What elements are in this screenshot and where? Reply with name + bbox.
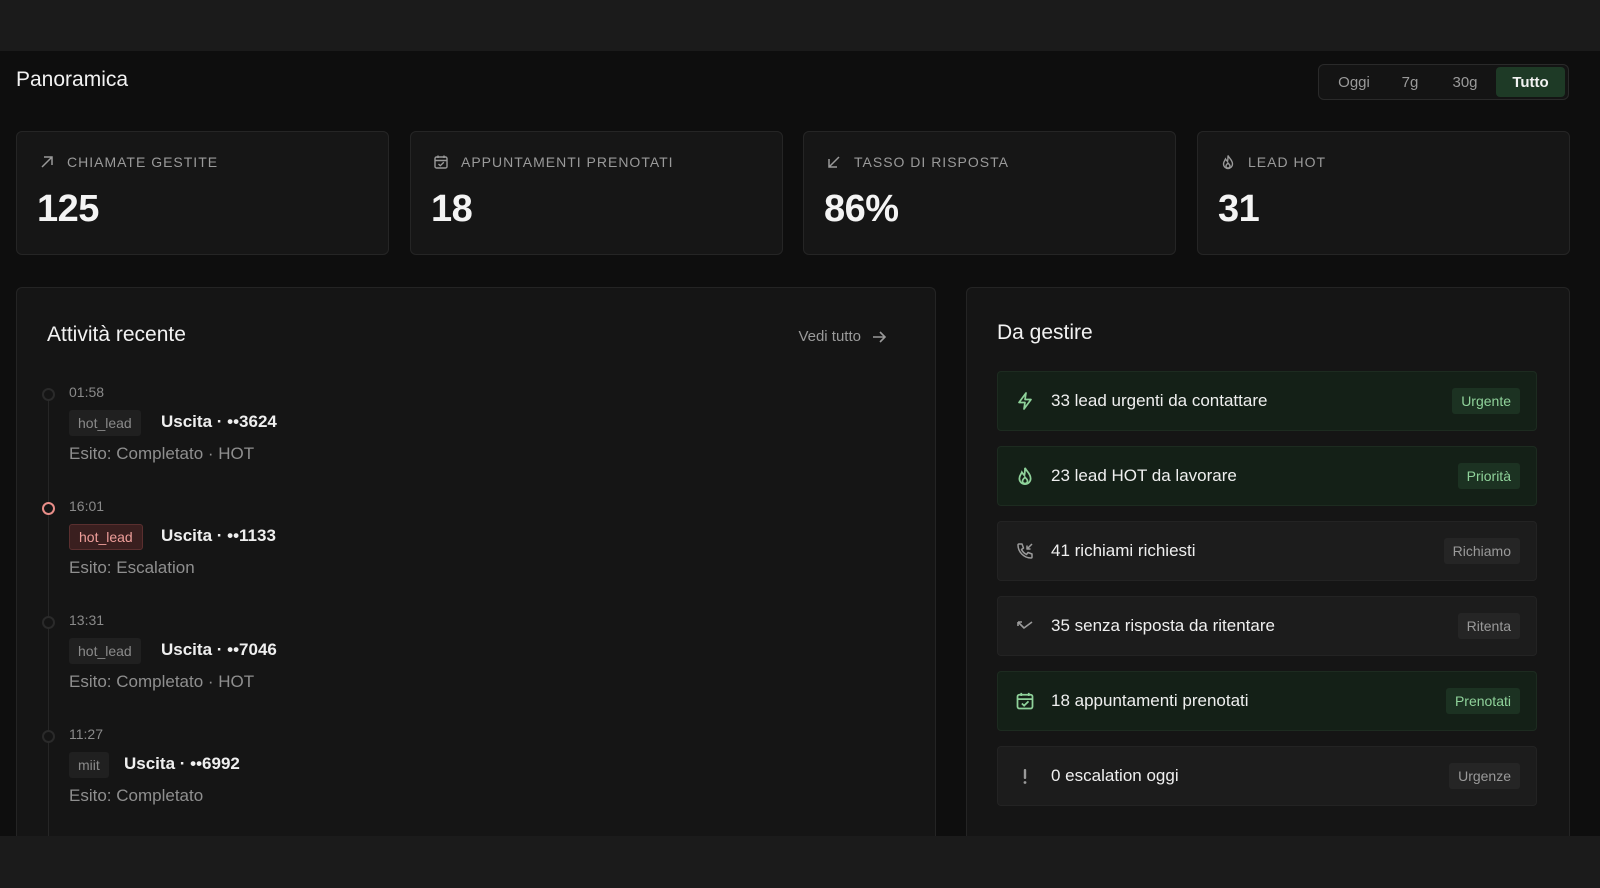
phone-callback-icon [1014, 540, 1036, 562]
activity-outcome: Esito: Completato · HOT [69, 444, 255, 463]
range-option-30g[interactable]: 30g [1434, 67, 1496, 97]
todo-badge: Priorità [1457, 463, 1520, 489]
activity-outcome: Esito: Completato [69, 786, 204, 805]
page-title: Panoramica [16, 68, 129, 91]
todo-badge: Ritenta [1457, 613, 1520, 639]
range-option-tutto[interactable]: Tutto [1496, 67, 1565, 97]
stat-label: APPUNTAMENTI PRENOTATI [461, 154, 674, 170]
range-option-oggi[interactable]: Oggi [1322, 67, 1386, 97]
timeline-dot-hot [42, 502, 55, 515]
todo-badge: Urgenze [1449, 763, 1520, 789]
todo-label: 41 richiami richiesti [1051, 541, 1196, 560]
range-option-7g[interactable]: 7g [1386, 67, 1434, 97]
stat-label: TASSO DI RISPOSTA [854, 154, 1009, 170]
bottom-bar [0, 836, 1600, 888]
todo-item-no-answer[interactable]: 35 senza risposta da ritentare Ritenta [997, 596, 1537, 656]
exclamation-icon [1014, 765, 1036, 787]
recent-activity-panel: Attività recente Vedi tutto 01:58 hot_le… [16, 287, 936, 848]
stat-label: CHIAMATE GESTITE [67, 154, 219, 170]
stat-card-appointments: APPUNTAMENTI PRENOTATI 18 [410, 131, 783, 255]
todo-item-hot-leads[interactable]: 23 lead HOT da lavorare Priorità [997, 446, 1537, 506]
stat-value: 18 [431, 188, 473, 230]
todo-label: 33 lead urgenti da contattare [1051, 391, 1268, 410]
activity-outcome: Esito: Completato · HOT [69, 672, 255, 691]
todo-item-callbacks[interactable]: 41 richiami richiesti Richiamo [997, 521, 1537, 581]
activity-item[interactable]: 13:31 hot_lead Uscita · ••7046 Esito: Co… [17, 610, 897, 710]
lightning-icon [1014, 390, 1036, 412]
todo-badge: Prenotati [1445, 688, 1520, 714]
todo-label: 0 escalation oggi [1051, 766, 1179, 785]
activity-time: 11:27 [69, 726, 103, 742]
activity-title: Uscita · ••1133 [161, 526, 276, 545]
todo-label: 35 senza risposta da ritentare [1051, 616, 1275, 635]
todo-item-appointments[interactable]: 18 appuntamenti prenotati Prenotati [997, 671, 1537, 731]
activity-tag: hot_lead [69, 410, 141, 436]
stat-value: 86% [824, 188, 899, 230]
todo-badge: Urgente [1452, 388, 1520, 414]
activity-outcome: Esito: Escalation [69, 558, 195, 577]
arrow-right-icon [873, 330, 887, 343]
recent-activity-title: Attività recente [47, 323, 186, 346]
time-range-selector: Oggi 7g 30g Tutto [1318, 64, 1569, 100]
flame-icon [1014, 465, 1036, 487]
calendar-check-icon [1014, 690, 1036, 712]
activity-item[interactable]: 16:01 hot_lead Uscita · ••1133 Esito: Es… [17, 496, 897, 596]
activity-tag-hot: hot_lead [69, 524, 143, 550]
todo-item-urgent-leads[interactable]: 33 lead urgenti da contattare Urgente [997, 371, 1537, 431]
activity-item[interactable]: 01:58 hot_lead Uscita · ••3624 Esito: Co… [17, 382, 897, 482]
activity-time: 01:58 [69, 384, 105, 400]
activity-tag: miit [69, 752, 109, 778]
activity-title: Uscita · ••6992 [124, 754, 240, 773]
activity-title: Uscita · ••7046 [161, 640, 277, 659]
timeline-dot [42, 616, 55, 629]
activity-title: Uscita · ••3624 [161, 412, 277, 431]
todo-label: 18 appuntamenti prenotati [1051, 691, 1249, 710]
see-all-link[interactable]: Vedi tutto [798, 328, 887, 345]
todo-badge: Richiamo [1443, 538, 1520, 564]
stat-card-response-rate: TASSO DI RISPOSTA 86% [803, 131, 1176, 255]
stat-card-calls: CHIAMATE GESTITE 125 [16, 131, 389, 255]
activity-time: 16:01 [69, 498, 105, 514]
timeline-dot [42, 388, 55, 401]
stat-label: LEAD HOT [1248, 154, 1327, 170]
to-handle-panel: Da gestire 33 lead urgenti da contattare… [966, 287, 1570, 847]
top-bar [0, 0, 1600, 51]
stat-value: 31 [1218, 188, 1260, 230]
stat-card-hot-leads: LEAD HOT 31 [1197, 131, 1570, 255]
todo-label: 23 lead HOT da lavorare [1051, 466, 1237, 485]
calendar-check-icon [434, 155, 448, 169]
stat-value: 125 [37, 188, 99, 230]
to-handle-title: Da gestire [997, 321, 1093, 344]
dashboard-main: Panoramica Oggi 7g 30g Tutto CHIAMATE GE… [0, 51, 1600, 848]
activity-item[interactable]: 11:27 miit Uscita · ••6992 Esito: Comple… [17, 724, 897, 824]
activity-tag: hot_lead [69, 638, 141, 664]
arrow-up-right-icon [41, 156, 53, 168]
flame-icon [1222, 155, 1234, 170]
missed-call-icon [1014, 615, 1036, 637]
arrow-down-left-icon [828, 156, 840, 168]
see-all-label: Vedi tutto [798, 328, 861, 345]
todo-item-escalations[interactable]: 0 escalation oggi Urgenze [997, 746, 1537, 806]
timeline-dot [42, 730, 55, 743]
activity-time: 13:31 [69, 612, 105, 628]
